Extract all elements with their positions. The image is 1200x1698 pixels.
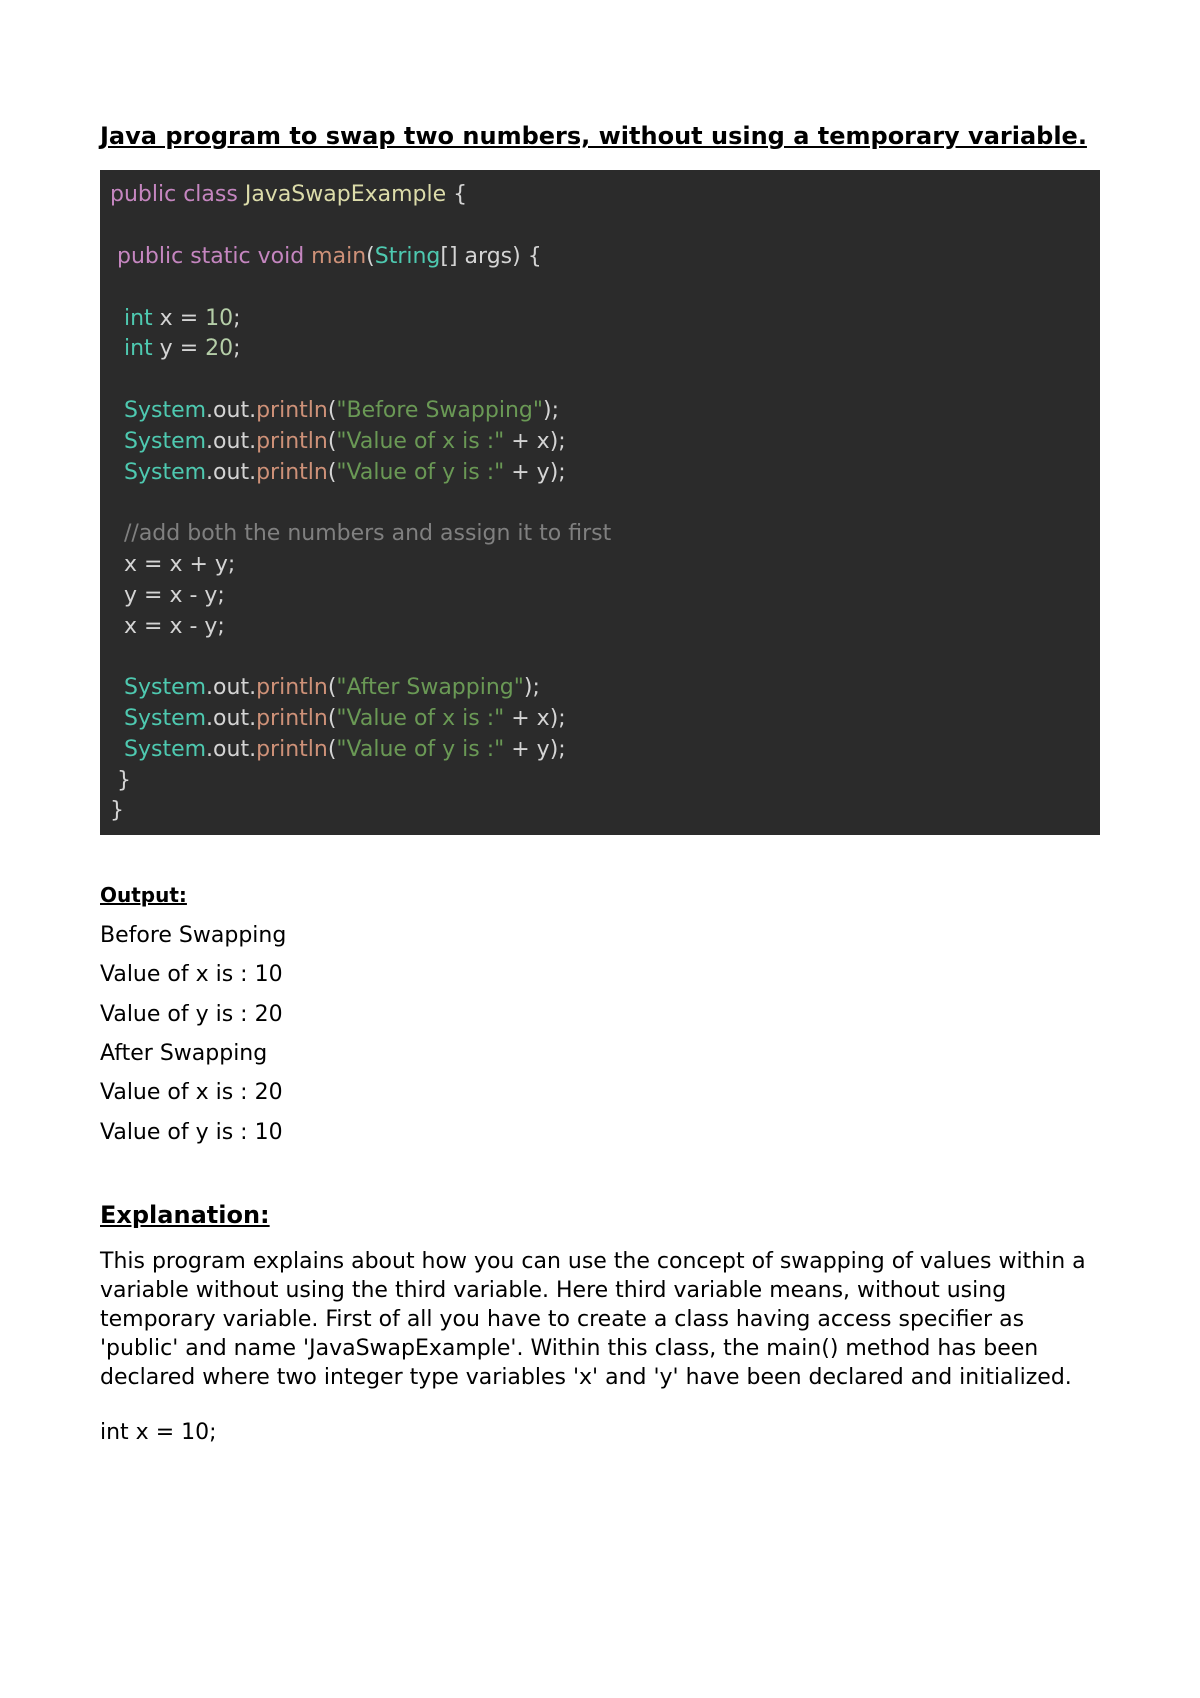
code-token: } (110, 768, 131, 793)
code-token: + x (504, 429, 549, 454)
code-token: "Value of x is :" (336, 706, 504, 731)
code-token: main (311, 244, 366, 269)
code-token: + x (504, 706, 549, 731)
code-token: ); (524, 675, 540, 700)
code-token: println (256, 737, 328, 762)
code-token: ); (543, 398, 559, 423)
output-line: Before Swapping (100, 923, 1100, 948)
explanation-snippet: int x = 10; (100, 1418, 1100, 1447)
code-token: + y (504, 737, 549, 762)
explanation-text: This program explains about how you can … (100, 1247, 1100, 1392)
code-token: ); (550, 737, 566, 762)
code-token: out (213, 737, 249, 762)
code-token: System (124, 460, 206, 485)
code-token: . (206, 675, 213, 700)
output-heading: Output: (100, 883, 1100, 907)
code-token: out (213, 398, 249, 423)
output-line: After Swapping (100, 1041, 1100, 1066)
code-token: . (206, 429, 213, 454)
code-token: ; (233, 336, 240, 361)
code-token: System (124, 675, 206, 700)
code-token: x = x - y; (124, 614, 225, 639)
code-token: ); (550, 706, 566, 731)
code-token: . (206, 398, 213, 423)
output-line: Value of y is : 10 (100, 1120, 1100, 1145)
code-token: println (256, 706, 328, 731)
code-token: . (206, 737, 213, 762)
code-token: void (258, 244, 305, 269)
code-token: } (110, 798, 124, 823)
code-token: JavaSwapExample (245, 182, 446, 207)
code-token: . (206, 706, 213, 731)
code-token: ); (550, 429, 566, 454)
code-token: println (256, 675, 328, 700)
code-token: System (124, 429, 206, 454)
code-token: out (213, 706, 249, 731)
code-token: ; (233, 306, 240, 331)
code-token: "Value of x is :" (336, 429, 504, 454)
output-line: Value of x is : 20 (100, 1080, 1100, 1105)
code-token: out (213, 429, 249, 454)
code-token: x = (153, 306, 205, 331)
code-token: { (446, 182, 467, 207)
code-token: out (213, 675, 249, 700)
code-token: out (213, 460, 249, 485)
code-token: String (375, 244, 441, 269)
code-token: public (110, 182, 176, 207)
code-token: println (256, 460, 328, 485)
code-comment: //add both the numbers and assign it to … (124, 521, 611, 546)
code-token: ); (550, 460, 566, 485)
explanation-heading: Explanation: (100, 1201, 1100, 1229)
code-token: System (124, 706, 206, 731)
code-token: "Value of y is :" (336, 460, 504, 485)
code-token: public (117, 244, 183, 269)
code-token: System (124, 737, 206, 762)
code-token: . (206, 460, 213, 485)
code-token: println (256, 429, 328, 454)
code-token: [] args) { (440, 244, 541, 269)
page-title: Java program to swap two numbers, withou… (100, 120, 1100, 152)
code-token: int (124, 306, 153, 331)
code-token: x = x + y; (124, 552, 235, 577)
code-token: 10 (205, 306, 233, 331)
code-token: static (190, 244, 250, 269)
code-token: y = x - y; (124, 583, 225, 608)
code-token: System (124, 398, 206, 423)
code-token: class (183, 182, 238, 207)
code-token: "Before Swapping" (336, 398, 543, 423)
code-token: int (124, 336, 153, 361)
output-line: Value of x is : 10 (100, 962, 1100, 987)
code-token: "After Swapping" (336, 675, 523, 700)
output-line: Value of y is : 20 (100, 1002, 1100, 1027)
code-token: ( (366, 244, 375, 269)
code-token: y = (153, 336, 205, 361)
code-token: + y (504, 460, 549, 485)
code-block: public class JavaSwapExample { public st… (100, 170, 1100, 835)
code-token: "Value of y is :" (336, 737, 504, 762)
code-token: 20 (205, 336, 233, 361)
document-page: Java program to swap two numbers, withou… (0, 0, 1200, 1698)
code-token: println (256, 398, 328, 423)
